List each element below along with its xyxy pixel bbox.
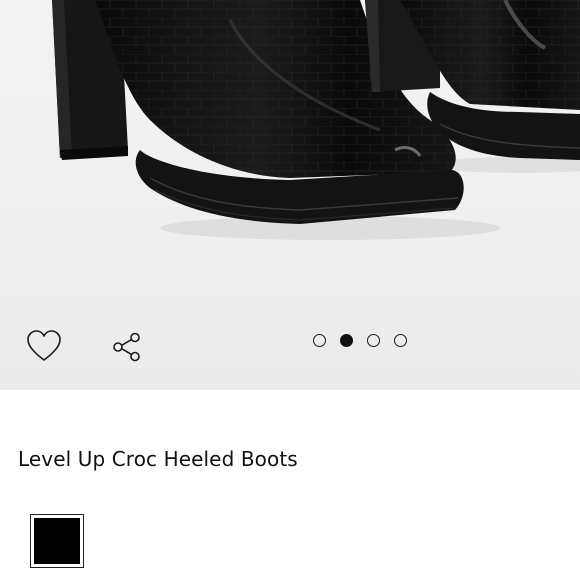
pager-dot-4[interactable] xyxy=(394,333,407,347)
heart-outline-icon xyxy=(27,330,61,361)
product-title: Level Up Croc Heeled Boots xyxy=(18,447,298,471)
image-pager xyxy=(313,332,407,348)
pager-dot-1[interactable] xyxy=(313,333,326,347)
pager-dot-3[interactable] xyxy=(367,333,380,347)
wishlist-button[interactable] xyxy=(24,326,64,366)
share-button[interactable] xyxy=(110,330,144,364)
pager-dot-2-active[interactable] xyxy=(340,333,353,347)
swatch-color-fill xyxy=(34,518,80,564)
product-photo xyxy=(52,0,580,240)
color-swatch-black[interactable] xyxy=(30,514,84,568)
share-nodes-icon xyxy=(113,332,140,362)
product-details: Level Up Croc Heeled Boots xyxy=(0,390,580,580)
product-image-gallery[interactable] xyxy=(0,0,580,390)
